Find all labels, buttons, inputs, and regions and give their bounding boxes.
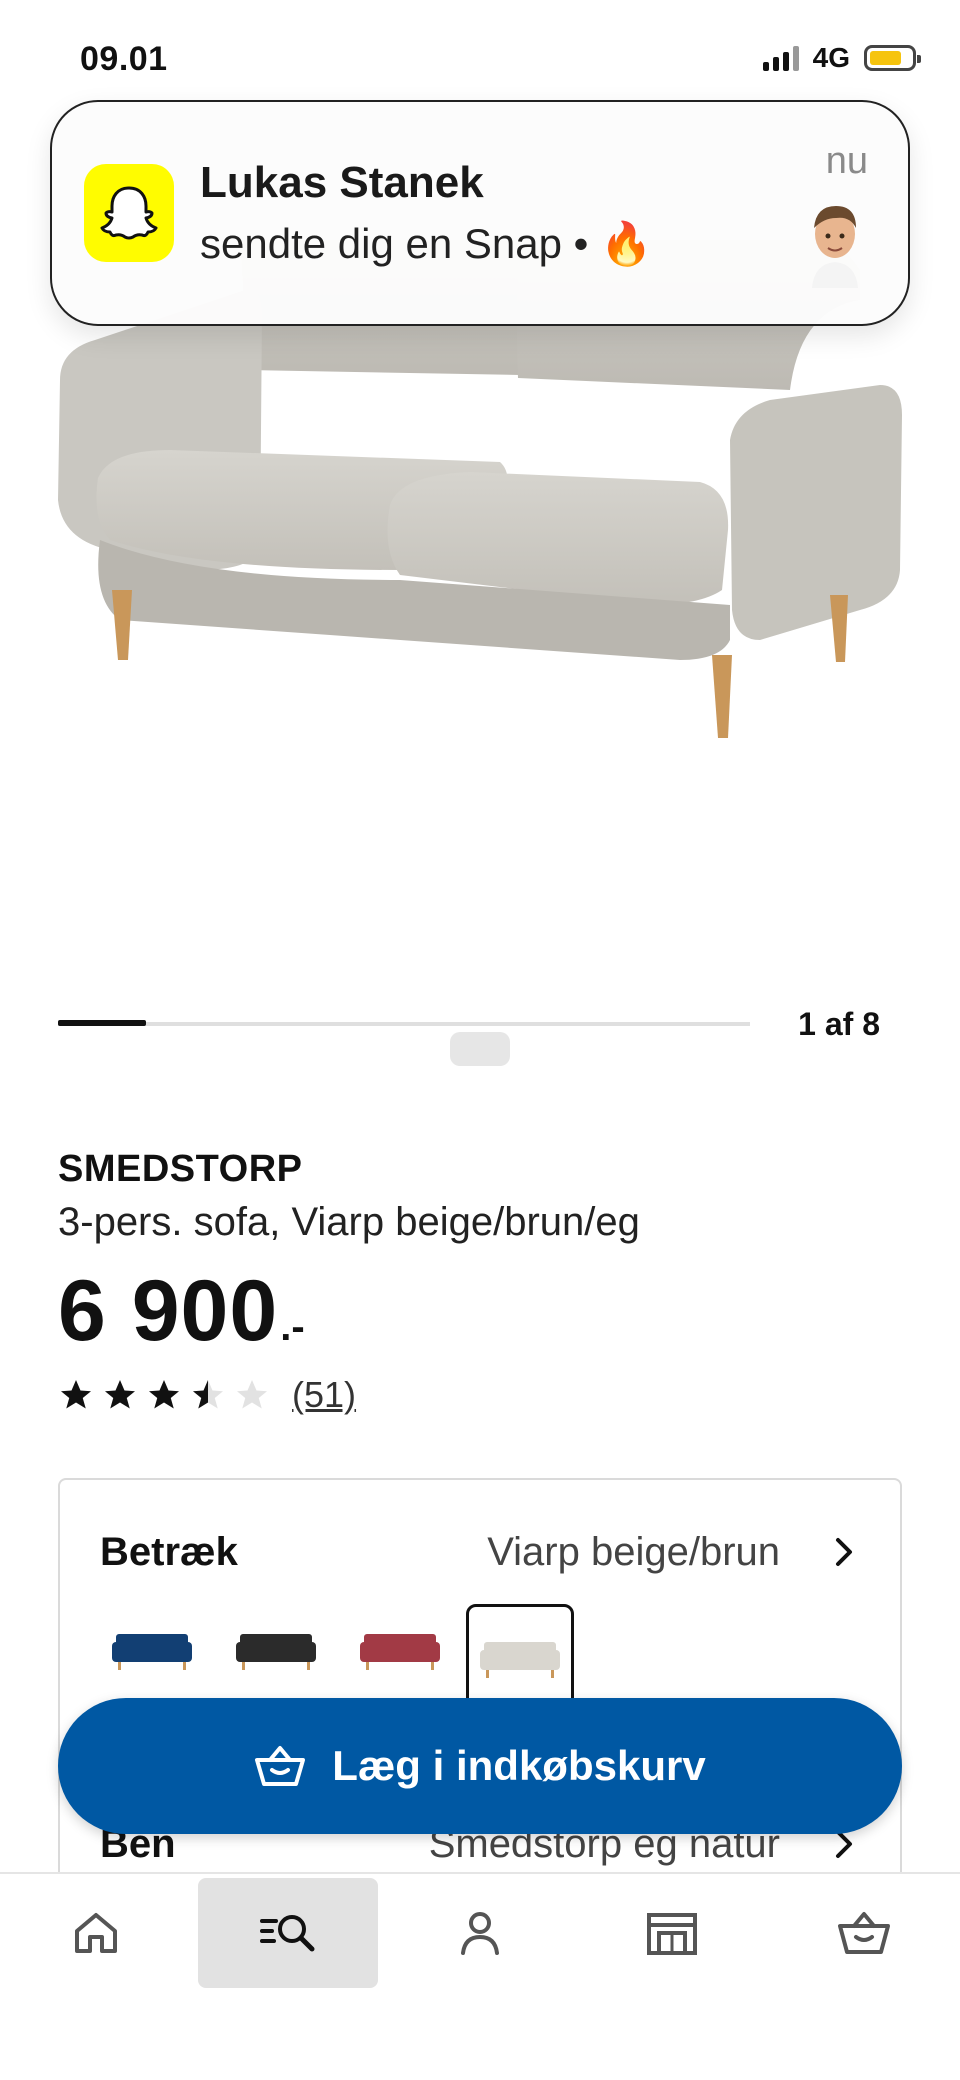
bitmoji-avatar-icon: [802, 198, 868, 288]
add-to-cart-label: Læg i indkøbskurv: [332, 1742, 706, 1789]
review-count-link[interactable]: (51): [292, 1374, 356, 1416]
nav-profile[interactable]: [390, 1878, 570, 1988]
price-suffix: .-: [280, 1305, 305, 1349]
sofa-thumbnail: [360, 1634, 440, 1670]
cover-swatch-blue[interactable]: [98, 1604, 206, 1696]
notification-sender: Lukas Stanek: [200, 158, 484, 207]
carousel-progress-track: [58, 1022, 750, 1026]
carousel-progress-bar: [58, 1020, 146, 1026]
product-description: 3-pers. sofa, Viarp beige/brun/eg: [58, 1200, 640, 1244]
notification-time: nu: [825, 140, 868, 182]
star-full-icon: [61, 1380, 91, 1409]
nav-store[interactable]: [582, 1878, 762, 1988]
carousel-counter: 1 af 8: [798, 1006, 880, 1042]
cover-option-value[interactable]: Viarp beige/brun: [487, 1530, 780, 1575]
price-value: 6 900: [58, 1263, 279, 1359]
star-full-icon: [105, 1380, 135, 1409]
store-icon: [647, 1913, 697, 1955]
search-list-icon: [260, 1915, 315, 1952]
product-rating[interactable]: (51): [58, 1374, 356, 1416]
nav-home[interactable]: [6, 1878, 186, 1988]
add-to-cart-button[interactable]: Læg i indkøbskurv: [58, 1698, 902, 1834]
sheet-handle[interactable]: [450, 1032, 510, 1066]
status-indicators: 4G: [762, 42, 921, 74]
cover-option-label[interactable]: Betræk: [100, 1530, 238, 1575]
sofa-thumbnail: [236, 1634, 316, 1670]
notification-message: sendte dig en Snap • 🔥: [200, 220, 653, 267]
nav-cart[interactable]: [774, 1878, 954, 1988]
cover-swatch-black[interactable]: [222, 1604, 330, 1696]
star-half-icon: [193, 1380, 223, 1409]
snapchat-ghost-icon: [84, 164, 174, 262]
home-icon: [75, 1913, 117, 1953]
network-type: 4G: [812, 42, 850, 73]
sofa-thumbnail: [480, 1642, 560, 1678]
product-name: SMEDSTORP: [58, 1148, 303, 1190]
shopping-basket-icon: [255, 1746, 306, 1786]
cover-swatch-red[interactable]: [346, 1604, 454, 1696]
nav-search[interactable]: [198, 1878, 378, 1988]
star-full-icon: [149, 1380, 179, 1409]
sofa-thumbnail: [112, 1634, 192, 1670]
chevron-right-icon[interactable]: [830, 1534, 858, 1570]
product-price: 6 900 .-: [58, 1262, 305, 1361]
snap-notification[interactable]: Lukas Stanek sendte dig en Snap • 🔥 nu: [50, 100, 910, 326]
person-icon: [461, 1912, 499, 1955]
signal-icon: [762, 45, 799, 71]
status-time: 09.01: [80, 40, 168, 78]
battery-icon: [864, 45, 921, 71]
cover-swatch-beige-selected[interactable]: [466, 1604, 574, 1712]
basket-icon: [838, 1912, 890, 1954]
star-empty-icon: [237, 1380, 267, 1409]
